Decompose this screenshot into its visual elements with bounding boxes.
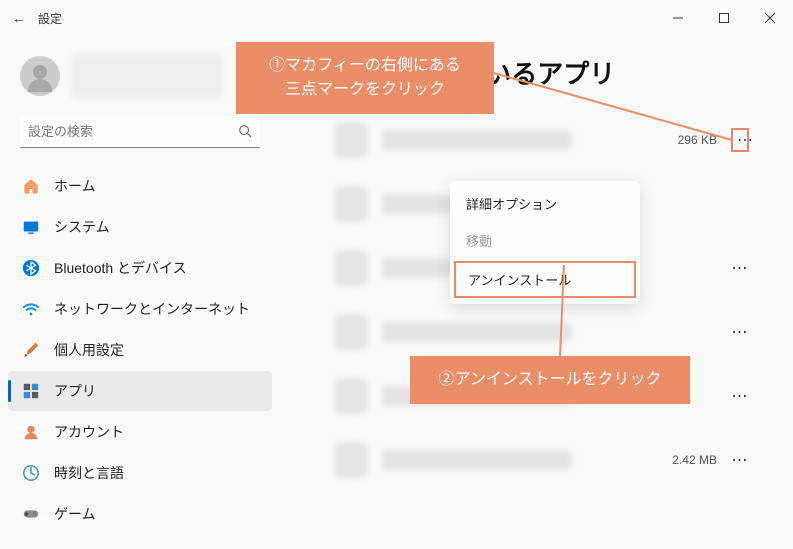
back-arrow-icon[interactable]: ←	[12, 10, 26, 26]
more-options-icon[interactable]: ⋯	[731, 386, 749, 406]
menu-move: 移動	[450, 222, 640, 259]
app-name-blurred	[382, 323, 572, 341]
more-options-icon[interactable]: ⋯	[731, 128, 749, 152]
nav-label: ネットワークとインターネット	[54, 299, 250, 319]
globe-clock-icon	[22, 464, 40, 482]
app-icon-blurred	[334, 187, 368, 221]
more-options-icon[interactable]: ⋯	[731, 322, 749, 342]
nav-time-language[interactable]: 時刻と言語	[8, 453, 272, 493]
annotation-callout-1: ①マカフィーの右側にある 三点マークをクリック	[236, 42, 494, 114]
account-icon	[22, 423, 40, 441]
nav-network[interactable]: ネットワークとインターネット	[8, 289, 272, 329]
more-options-icon[interactable]: ⋯	[731, 450, 749, 470]
nav-system[interactable]: システム	[8, 207, 272, 247]
home-icon	[22, 177, 40, 195]
menu-advanced-options[interactable]: 詳細オプション	[450, 185, 640, 222]
system-icon	[22, 218, 40, 236]
app-size: 296 KB	[678, 133, 717, 147]
search-input[interactable]	[20, 116, 260, 148]
titlebar: ← 設定	[0, 0, 793, 36]
annotation-callout-2: ②アンインストールをクリック	[410, 356, 690, 404]
profile-section[interactable]	[8, 46, 272, 106]
nav-personalization[interactable]: 個人用設定	[8, 330, 272, 370]
app-icon-blurred	[334, 379, 368, 413]
wifi-icon	[22, 300, 40, 318]
app-icon-blurred	[334, 315, 368, 349]
search-icon	[238, 124, 252, 143]
nav-bluetooth[interactable]: Bluetooth とデバイス	[8, 248, 272, 288]
nav-label: 時刻と言語	[54, 463, 124, 483]
window-title: 設定	[38, 10, 62, 27]
menu-uninstall[interactable]: アンインストール	[454, 261, 636, 298]
nav-label: アプリ	[54, 381, 96, 401]
nav-label: アカウント	[54, 422, 124, 442]
nav-label: ホーム	[54, 176, 96, 196]
gamepad-icon	[22, 505, 40, 523]
app-row: ⋯	[330, 305, 753, 359]
maximize-button[interactable]	[701, 0, 747, 36]
minimize-button[interactable]	[655, 0, 701, 36]
context-menu: 詳細オプション 移動 アンインストール	[450, 181, 640, 304]
bluetooth-icon	[22, 259, 40, 277]
nav-accounts[interactable]: アカウント	[8, 412, 272, 452]
app-name-blurred	[382, 131, 572, 149]
search-box[interactable]	[20, 116, 260, 148]
avatar-icon	[20, 56, 60, 96]
nav-home[interactable]: ホーム	[8, 166, 272, 206]
app-icon-blurred	[334, 123, 368, 157]
app-icon-blurred	[334, 251, 368, 285]
nav-label: 個人用設定	[54, 340, 124, 360]
brush-icon	[22, 341, 40, 359]
apps-icon	[22, 382, 40, 400]
app-icon-blurred	[334, 443, 368, 477]
profile-name-blurred	[72, 54, 222, 98]
nav-label: ゲーム	[54, 504, 96, 524]
more-options-icon[interactable]: ⋯	[731, 258, 749, 278]
nav-gaming[interactable]: ゲーム	[8, 494, 272, 534]
app-row: 296 KB ⋯	[330, 113, 753, 167]
close-button[interactable]	[747, 0, 793, 36]
app-row: 2.42 MB ⋯	[330, 433, 753, 487]
app-name-blurred	[382, 451, 572, 469]
nav-label: Bluetooth とデバイス	[54, 258, 187, 278]
nav-apps[interactable]: アプリ	[8, 371, 272, 411]
app-size: 2.42 MB	[672, 453, 717, 467]
nav-label: システム	[54, 217, 110, 237]
